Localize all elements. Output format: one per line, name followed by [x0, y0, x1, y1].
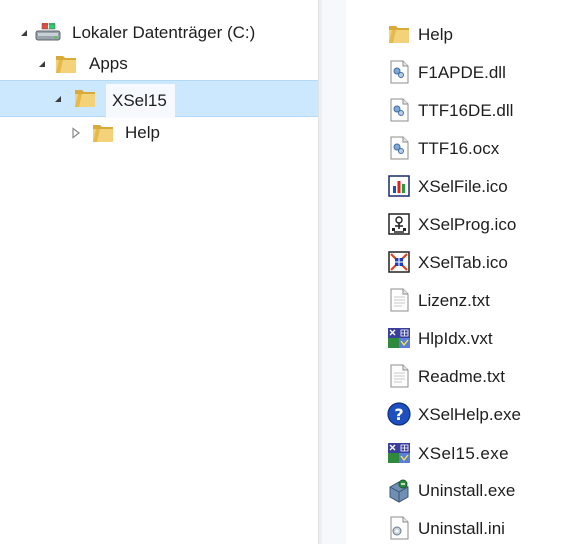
file-item-f1apde-dll[interactable]: F1APDE.dll	[386, 55, 566, 89]
chart-ico-icon	[386, 173, 412, 199]
file-item-ttf16-ocx[interactable]: TTF16.ocx	[386, 131, 566, 165]
installer-icon	[386, 477, 412, 503]
svg-text:?: ?	[394, 405, 403, 424]
tree-item-help[interactable]: Help	[0, 116, 318, 152]
expanded-arrow-icon[interactable]	[36, 58, 48, 70]
folder-tree: Lokaler Datenträger (C:) Apps XSel15 Hel…	[0, 0, 318, 544]
file-item-xselfile-ico[interactable]: XSelFile.ico	[386, 169, 566, 203]
file-list: Help F1APDE.dll TTF16DE.dll TTF16.ocx XS…	[346, 0, 573, 544]
folder-open-icon	[72, 85, 98, 111]
file-item-xselprog-ico[interactable]: XSelProg.ico	[386, 207, 566, 241]
text-file-icon	[386, 363, 412, 389]
file-item-lizenz-txt[interactable]: Lizenz.txt	[386, 283, 566, 317]
file-name: Lizenz.txt	[418, 291, 490, 310]
dll-icon	[386, 59, 412, 85]
file-item-hlpidx-vxt[interactable]: HlpIdx.vxt	[386, 321, 566, 355]
tree-item-label: Lokaler Datenträger (C:)	[72, 23, 256, 42]
collapsed-arrow-icon[interactable]	[70, 127, 82, 139]
dll-icon	[386, 97, 412, 123]
file-name: Help	[418, 25, 453, 44]
file-name: HlpIdx.vxt	[418, 329, 493, 348]
file-item-help-folder[interactable]: Help	[386, 17, 566, 51]
file-item-xselhelp-exe[interactable]: ? XSelHelp.exe	[386, 397, 566, 431]
tree-item-label: Apps	[89, 54, 128, 73]
folder-icon	[386, 21, 412, 47]
pane-gutter	[322, 0, 346, 544]
file-name: XSelHelp.exe	[418, 405, 522, 424]
xsel-app-icon	[386, 325, 412, 351]
drive-icon	[34, 20, 61, 46]
prog-ico-icon	[386, 211, 412, 237]
file-name: XSel15.exe	[418, 444, 509, 463]
tree-item-apps[interactable]: Apps	[0, 47, 318, 83]
file-item-xsel15-exe[interactable]: XSel15.exe	[380, 430, 550, 470]
expanded-arrow-icon[interactable]	[52, 93, 64, 105]
file-item-readme-txt[interactable]: Readme.txt	[386, 359, 566, 393]
file-name: Readme.txt	[418, 367, 505, 386]
ocx-icon	[386, 135, 412, 161]
blank-area	[34, 151, 246, 185]
file-name: XSelProg.ico	[418, 215, 517, 234]
file-name: Uninstall.exe	[418, 481, 516, 500]
tree-item-label: Help	[125, 123, 160, 142]
ini-file-icon	[386, 515, 412, 541]
file-name: TTF16.ocx	[418, 139, 500, 158]
text-file-icon	[386, 287, 412, 313]
file-name: XSelFile.ico	[418, 177, 508, 196]
file-name: F1APDE.dll	[418, 63, 506, 82]
file-item-uninstall-exe[interactable]: Uninstall.exe	[386, 473, 566, 507]
folder-icon	[53, 51, 79, 77]
help-exe-icon: ?	[386, 401, 412, 427]
tree-item-label: XSel15	[106, 84, 175, 118]
file-item-xseltab-ico[interactable]: XSelTab.ico	[386, 245, 566, 279]
tree-item-xsel15[interactable]: XSel15	[0, 80, 318, 118]
xsel-app-icon	[386, 440, 412, 466]
file-item-ttf16de-dll[interactable]: TTF16DE.dll	[386, 93, 566, 127]
file-name: XSelTab.ico	[418, 253, 508, 272]
file-name: Uninstall.ini	[418, 519, 505, 538]
file-item-uninstall-ini[interactable]: Uninstall.ini	[386, 511, 566, 545]
tab-ico-icon	[386, 249, 412, 275]
folder-icon	[90, 120, 116, 146]
expanded-arrow-icon[interactable]	[18, 27, 30, 39]
file-name: TTF16DE.dll	[418, 101, 514, 120]
